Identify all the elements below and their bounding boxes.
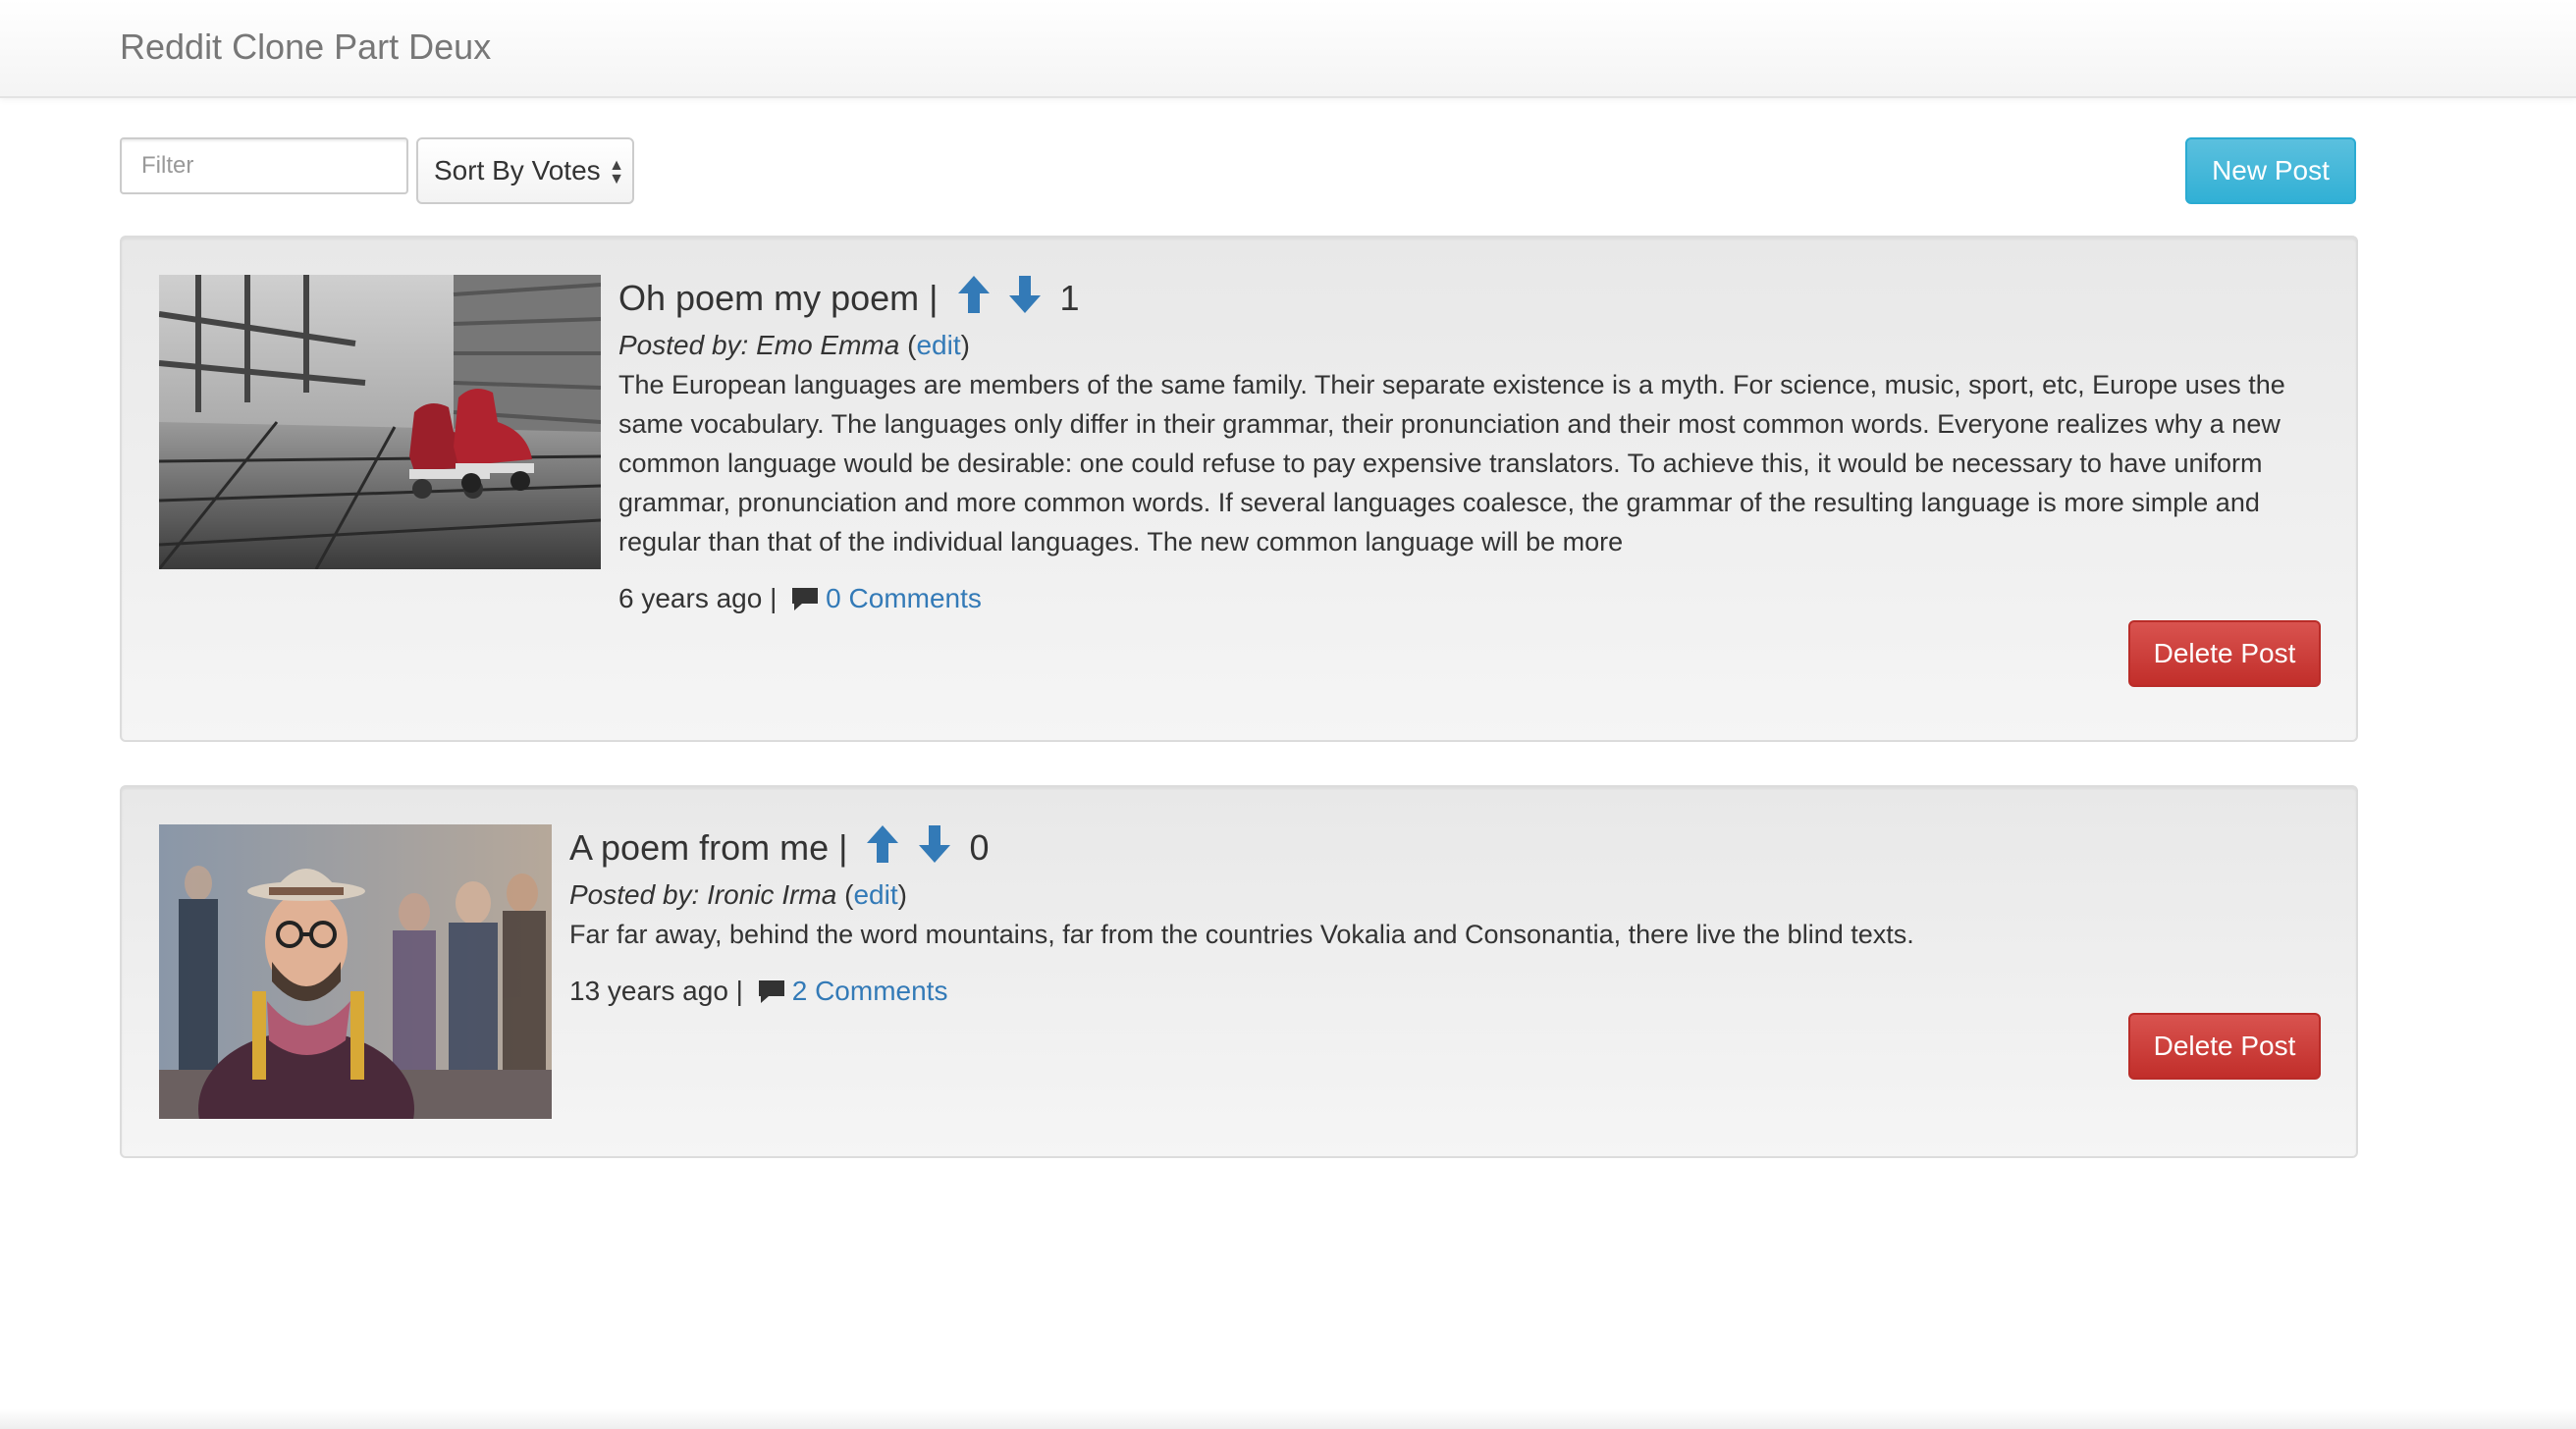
man-in-crowd-image <box>159 824 552 1119</box>
sort-select-value: Sort By Votes <box>434 155 601 185</box>
downvote-arrow-icon[interactable] <box>1008 276 1041 325</box>
post-title[interactable]: Oh poem my poem <box>618 278 919 318</box>
post-title-row: A poem from me | 0 <box>569 824 990 874</box>
upvote-arrow-icon[interactable] <box>957 276 990 325</box>
post-body: Far far away, behind the word mountains,… <box>569 920 1914 949</box>
sort-select[interactable]: Sort By Votes ▲ ▼ <box>416 137 634 204</box>
title-separator: | <box>929 278 939 318</box>
delete-post-button[interactable]: Delete Post <box>2128 1013 2321 1080</box>
navbar: Reddit Clone Part Deux <box>0 0 2576 98</box>
post-title-row: Oh poem my poem | 1 <box>618 275 1080 325</box>
post-title[interactable]: A poem from me <box>569 827 829 868</box>
vote-score: 0 <box>969 827 990 868</box>
comments-link[interactable]: 2 Comments <box>792 976 948 1006</box>
roller-skates-image <box>159 275 601 569</box>
post-thumbnail <box>159 275 601 569</box>
post-age: 13 years ago <box>569 976 728 1006</box>
post-card: A poem from me | 0 Posted by: Ironic Irm… <box>120 785 2358 1158</box>
page-footer-edge <box>0 1409 2576 1429</box>
navbar-brand[interactable]: Reddit Clone Part Deux <box>120 24 491 71</box>
upvote-arrow-icon[interactable] <box>867 825 899 874</box>
post-thumbnail <box>159 824 552 1119</box>
post-body: The European languages are members of th… <box>618 370 2285 556</box>
post-card: Oh poem my poem | 1 Posted by: Emo Emma … <box>120 236 2358 742</box>
title-separator: | <box>838 827 848 868</box>
vote-score: 1 <box>1059 278 1080 318</box>
comments-link[interactable]: 0 Comments <box>826 583 982 613</box>
post-byline: Posted by: Ironic Irma (edit) <box>569 879 907 910</box>
post-age: 6 years ago <box>618 583 763 613</box>
downvote-arrow-icon[interactable] <box>918 825 950 874</box>
post-meta: 13 years ago | 2 Comments <box>569 974 947 1013</box>
post-meta: 6 years ago | 0 Comments <box>618 581 982 620</box>
select-arrows-icon: ▲ ▼ <box>609 157 624 187</box>
delete-post-button[interactable]: Delete Post <box>2128 620 2321 687</box>
edit-link[interactable]: edit <box>916 330 960 360</box>
posted-by-text: Posted by: Ironic Irma <box>569 879 837 910</box>
comment-icon <box>757 978 786 1013</box>
post-byline: Posted by: Emo Emma (edit) <box>618 330 970 360</box>
comment-icon <box>790 585 820 620</box>
new-post-button[interactable]: New Post <box>2185 137 2356 204</box>
filter-input[interactable] <box>120 137 408 194</box>
posted-by-text: Posted by: Emo Emma <box>618 330 900 360</box>
edit-link[interactable]: edit <box>853 879 897 910</box>
